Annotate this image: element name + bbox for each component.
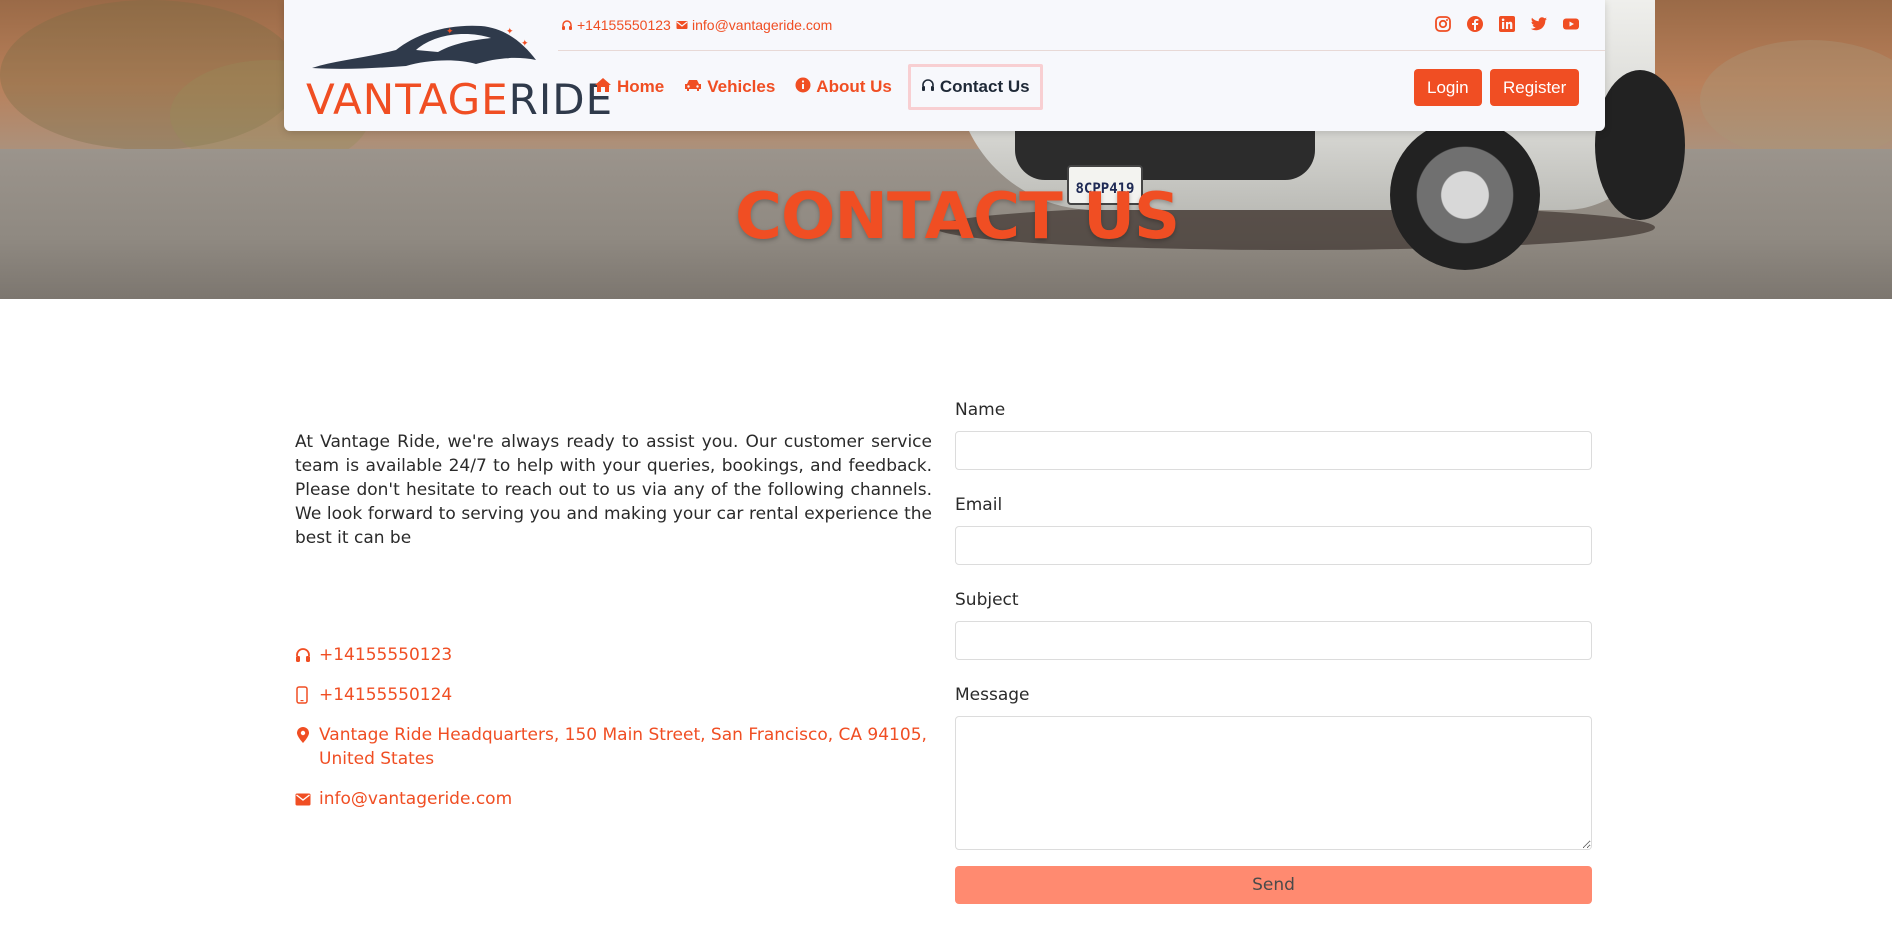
mail-icon — [295, 787, 313, 811]
message-field[interactable] — [955, 716, 1592, 850]
contact-phone[interactable]: +14155550123 — [295, 643, 935, 667]
car-logo-icon: ✦ ✦ ✦ — [312, 25, 536, 69]
intro-paragraph: At Vantage Ride, we're always ready to a… — [295, 432, 932, 548]
contact-email-text: info@vantageride.com — [319, 789, 513, 809]
nav-vehicles[interactable]: Vehicles — [674, 64, 785, 110]
subject-field[interactable] — [955, 621, 1592, 660]
main-nav: Home Vehicles About Us Contact Us — [584, 64, 1043, 110]
email-field[interactable] — [955, 526, 1592, 565]
login-button[interactable]: Login — [1414, 69, 1482, 106]
svg-text:✦: ✦ — [506, 26, 514, 36]
nav-about-label: About Us — [816, 77, 892, 96]
nav-vehicles-label: Vehicles — [707, 77, 776, 96]
contact-form: Name Email Subject Message Send — [955, 400, 1592, 904]
svg-text:✦: ✦ — [446, 26, 454, 36]
headset-icon — [921, 77, 935, 97]
contact-phone-text: +14155550123 — [319, 645, 453, 665]
contact-mobile-text: +14155550124 — [319, 685, 453, 705]
send-button[interactable]: Send — [955, 866, 1592, 904]
register-button[interactable]: Register — [1490, 69, 1580, 106]
linkedin-icon[interactable] — [1498, 15, 1516, 33]
mobile-icon — [295, 683, 313, 707]
topbar-phone[interactable]: +14155550123 — [561, 17, 671, 33]
nav-contact[interactable]: Contact Us — [907, 64, 1043, 110]
topbar-phone-text: +14155550123 — [577, 17, 671, 33]
nav-home[interactable]: Home — [584, 64, 674, 110]
location-icon — [295, 723, 313, 747]
car-icon — [684, 77, 702, 97]
home-icon — [594, 77, 612, 98]
page-title: CONTACT US — [735, 180, 1180, 254]
email-label: Email — [955, 495, 1003, 515]
nav-about[interactable]: About Us — [785, 64, 902, 110]
social-links — [1434, 15, 1580, 33]
twitter-icon[interactable] — [1530, 15, 1548, 33]
headset-icon — [295, 643, 313, 667]
topbar-email-text: info@vantageride.com — [692, 17, 833, 33]
mail-icon — [676, 20, 688, 30]
nav-contact-label: Contact Us — [939, 77, 1030, 96]
nav-home-label: Home — [617, 77, 665, 96]
subject-label: Subject — [955, 590, 1019, 610]
brand-name: VANTAGERIDE — [306, 75, 614, 124]
message-label: Message — [955, 685, 1030, 705]
instagram-icon[interactable] — [1434, 15, 1452, 33]
top-info-bar: +14155550123 info@vantageride.com — [558, 0, 1605, 51]
headset-icon — [561, 19, 573, 31]
contact-email[interactable]: info@vantageride.com — [295, 787, 935, 811]
name-field[interactable] — [955, 431, 1592, 470]
svg-text:✦: ✦ — [521, 38, 529, 48]
topbar-email[interactable]: info@vantageride.com — [676, 17, 832, 33]
info-icon — [795, 77, 811, 98]
contact-info-list: +14155550123 +14155550124 Vantage Ride H… — [295, 643, 935, 827]
youtube-icon[interactable] — [1562, 15, 1580, 33]
facebook-icon[interactable] — [1466, 15, 1484, 33]
name-label: Name — [955, 400, 1006, 420]
contact-mobile[interactable]: +14155550124 — [295, 683, 935, 707]
contact-address[interactable]: Vantage Ride Headquarters, 150 Main Stre… — [295, 723, 935, 771]
navbar: ✦ ✦ ✦ VANTAGERIDE +14155550123 info@vant… — [284, 0, 1605, 131]
brand-logo[interactable]: ✦ ✦ ✦ VANTAGERIDE — [306, 20, 612, 124]
contact-address-text: Vantage Ride Headquarters, 150 Main Stre… — [319, 725, 927, 769]
